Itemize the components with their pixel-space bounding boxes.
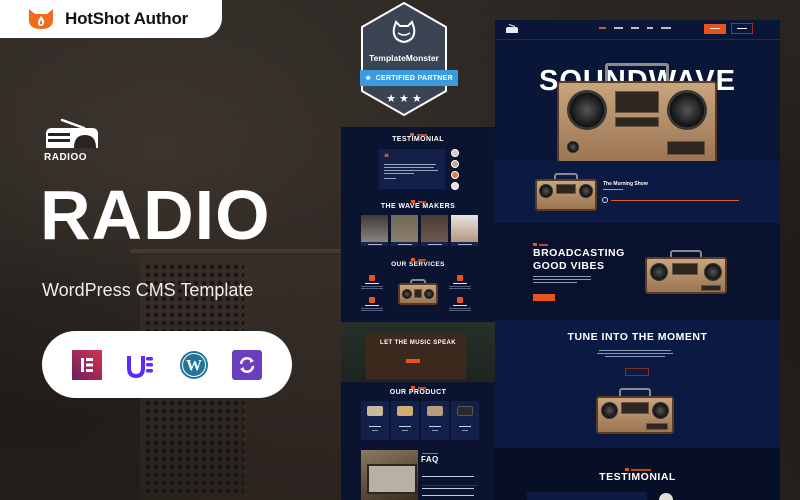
section-kicker: [533, 243, 548, 246]
services-heading: OUR SERVICES: [391, 261, 445, 268]
unlimited-elements-icon: [125, 350, 155, 380]
svg-text:W: W: [186, 357, 202, 374]
about-heading: BROADCASTING GOOD VIBES: [533, 247, 625, 273]
testimonial-avatars: [451, 149, 459, 190]
preview-music-banner: LET THE MUSIC SPEAK: [341, 322, 495, 382]
testimonial-heading: TESTIMONIAL: [599, 471, 676, 483]
section-kicker: [422, 453, 438, 454]
nav-link[interactable]: [614, 27, 623, 29]
nav-primary-button[interactable]: [704, 24, 726, 34]
preview-services-section: OUR SERVICES: [341, 255, 495, 319]
preview-show-player: The Morning Show: [495, 161, 780, 223]
preview-faq-section: FAQ: [341, 447, 495, 500]
service-item: [445, 297, 475, 312]
testimonial-heading: TESTIMONIAL: [392, 136, 444, 143]
play-icon[interactable]: [602, 197, 608, 203]
badge-ribbon: ★ CERTIFIED PARTNER: [360, 70, 458, 86]
team-heading: THE WAVE MAKERS: [380, 203, 456, 210]
preview-about-section: BROADCASTING GOOD VIBES: [495, 223, 780, 320]
team-members: [361, 215, 478, 246]
product-list: [361, 401, 479, 440]
team-member-card[interactable]: [391, 215, 418, 246]
preview-hero: SOUNDWAVE: [495, 41, 780, 163]
brand-pill[interactable]: HotShot Author: [0, 0, 222, 38]
boombox-image: [557, 63, 717, 163]
preview-tune-section: TUNE INTO THE MOMENT: [495, 320, 780, 448]
product-card[interactable]: [451, 401, 479, 440]
preview-testimonial-section: TESTIMONIAL ❝: [341, 127, 495, 201]
preview-inner-pages: TESTIMONIAL ❝ THE WAVE MAKERS OUR SERVIC…: [341, 127, 495, 500]
refresh-icon: [232, 349, 263, 380]
audio-progress-fill: [611, 200, 739, 201]
faq-question[interactable]: [422, 495, 474, 496]
music-heading: LET THE MUSIC SPEAK: [380, 340, 456, 346]
preview-team-section: THE WAVE MAKERS: [341, 197, 495, 252]
radioo-logo-text: RADIOO: [44, 152, 87, 163]
product-heading: OUR PRODUCT: [389, 389, 447, 396]
promo-title: RADIO: [40, 176, 271, 254]
service-item: [357, 275, 387, 290]
audio-progress-bar[interactable]: [611, 200, 739, 201]
nav-secondary-button[interactable]: [731, 23, 753, 34]
avatar[interactable]: [451, 149, 459, 157]
boombox-image: [596, 388, 674, 434]
faq-question[interactable]: [422, 488, 474, 489]
about-description: [533, 276, 591, 285]
team-member-card[interactable]: [361, 215, 388, 246]
faq-heading: FAQ: [421, 455, 439, 464]
service-item: [445, 275, 475, 290]
boombox-image: [398, 279, 438, 305]
tune-read-more-button[interactable]: [625, 368, 649, 376]
faq-question[interactable]: [422, 476, 474, 477]
brand-name: HotShot Author: [65, 9, 189, 28]
plugin-icons-pill: W: [42, 331, 292, 398]
badge-ribbon-text: CERTIFIED PARTNER: [375, 74, 453, 82]
product-card[interactable]: [391, 401, 419, 440]
boombox-image: [645, 250, 727, 294]
boombox-image: [535, 173, 597, 211]
preview-product-section: OUR PRODUCT: [341, 382, 495, 447]
radio-icon: [505, 24, 519, 35]
about-heading-line: GOOD VIBES: [533, 260, 605, 272]
promo-subtitle: WordPress CMS Template: [42, 280, 254, 300]
testimonial-card: [527, 492, 647, 500]
preview-testimonial-section: TESTIMONIAL: [495, 448, 780, 500]
preview-navbar: [495, 20, 780, 40]
service-item: [357, 297, 387, 312]
radio-icon: [44, 118, 100, 150]
show-time: [603, 189, 623, 190]
elementor-icon: [71, 349, 102, 380]
team-member-card[interactable]: [451, 215, 478, 246]
badge-brand-name: TemplateMonster: [369, 53, 439, 63]
nav-link[interactable]: [647, 27, 653, 29]
tune-heading: TUNE INTO THE MOMENT: [567, 331, 708, 343]
wordpress-icon: W: [179, 350, 209, 380]
nav-link[interactable]: [661, 27, 671, 29]
fox-flame-icon: [27, 8, 55, 30]
about-read-more-button[interactable]: [533, 294, 555, 301]
star-icon: ★: [365, 75, 372, 82]
nav-link[interactable]: [631, 27, 639, 29]
radioo-logo: RADIOO: [44, 118, 100, 163]
quote-icon: ❝: [384, 152, 389, 162]
show-title: The Morning Show: [603, 181, 648, 187]
nav-link[interactable]: [599, 27, 606, 29]
about-heading-line: BROADCASTING: [533, 247, 625, 259]
avatar[interactable]: [451, 182, 459, 190]
product-card[interactable]: [361, 401, 389, 440]
testimonial-card: ❝: [379, 149, 445, 189]
avatar[interactable]: [451, 171, 459, 179]
divider: [422, 485, 478, 486]
avatar[interactable]: [451, 160, 459, 168]
certified-partner-badge: TemplateMonster ★ CERTIFIED PARTNER ★ ★ …: [358, 0, 458, 118]
product-card[interactable]: [421, 401, 449, 440]
badge-stars: ★ ★ ★: [386, 93, 422, 105]
preview-homepage: SOUNDWAVE The Morning Show: [495, 20, 780, 500]
preview-nav-links: [599, 27, 671, 29]
avatar[interactable]: [659, 493, 673, 500]
team-member-card[interactable]: [421, 215, 448, 246]
tune-description: [595, 350, 675, 359]
faq-cassette-image: [361, 450, 418, 500]
music-cta-button[interactable]: [406, 359, 420, 363]
